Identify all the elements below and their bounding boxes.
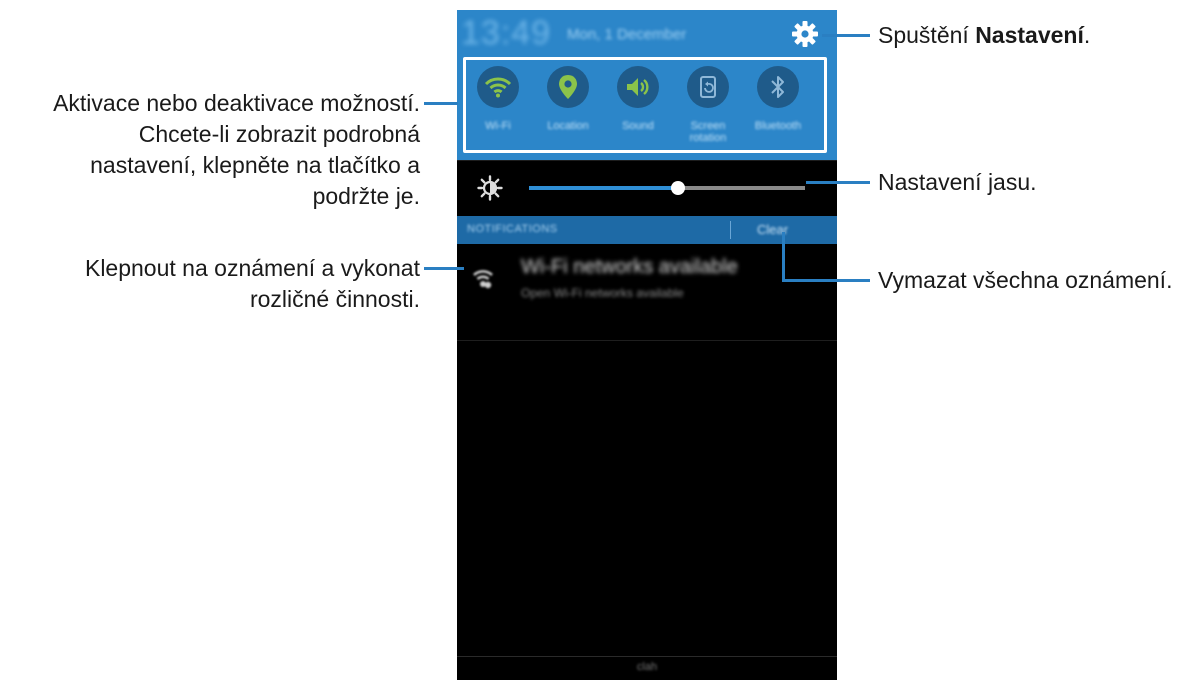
status-bar: 13:49 Mon, 1 December (457, 10, 837, 56)
wifi-notification-icon (473, 270, 493, 289)
callout-notification-line1: Klepnout na oznámení a vykonat (84, 255, 420, 281)
brightness-slider-fill (529, 186, 679, 190)
callout-settings-bold: Nastavení (975, 22, 1084, 48)
callout-settings: Spuštění Nastavení. (878, 20, 1090, 51)
callout-settings-suffix: . (1083, 22, 1091, 48)
callout-line-notification (424, 267, 464, 270)
toggle-location-circle (547, 66, 589, 108)
notification-item[interactable]: Wi-Fi networks available Open Wi-Fi netw… (457, 244, 837, 341)
callout-line-settings (822, 34, 870, 37)
toggle-location[interactable]: Location (533, 66, 603, 152)
brightness-slider-thumb[interactable] (671, 181, 686, 195)
toggle-screen-rotation-label: Screen rotation (689, 120, 727, 144)
notifications-header: NOTIFICATIONS Clear (457, 216, 837, 244)
toggle-bluetooth-circle (757, 66, 799, 108)
callout-toggles-line3: nastavení, klepněte na tlačítko a (90, 152, 420, 178)
notification-panel: 13:49 Mon, 1 December Wi-Fi Location Sou… (457, 10, 837, 680)
screen-rotation-icon (700, 76, 716, 98)
notification-subtitle: Open Wi-Fi networks available (521, 286, 684, 300)
toggle-wifi-label: Wi-Fi (485, 120, 511, 132)
bluetooth-icon (771, 76, 784, 98)
quick-settings-panel: Wi-Fi Location Sound Screen rotation Blu… (457, 56, 837, 160)
brightness-slider[interactable] (529, 181, 805, 195)
toggle-wifi-circle (477, 66, 519, 108)
notifications-header-title: NOTIFICATIONS (467, 223, 558, 235)
callout-line-clear-horizontal (782, 279, 870, 282)
callout-toggles-line4: podržte je. (312, 183, 420, 209)
callout-line-clear-vertical (782, 232, 785, 282)
callout-notification: Klepnout na oznámení a vykonat rozličné … (0, 253, 420, 315)
toggle-location-label: Location (547, 120, 589, 132)
toggle-screen-rotation[interactable]: Screen rotation (673, 66, 743, 152)
callout-toggles: Aktivace nebo deaktivace možností. Chcet… (0, 88, 420, 212)
notification-title: Wi-Fi networks available (521, 256, 738, 278)
status-date: Mon, 1 December (567, 26, 687, 43)
bottom-handle-label: clah (636, 661, 658, 673)
toggle-wifi[interactable]: Wi-Fi (463, 66, 533, 152)
callout-notification-line2: rozličné činnosti. (249, 286, 420, 312)
location-pin-icon (559, 75, 577, 99)
callout-brightness-text: Nastavení jasu. (878, 169, 1037, 195)
callout-clear: Vymazat všechna oznámení. (878, 265, 1172, 296)
toggle-bluetooth-label: Bluetooth (754, 120, 802, 132)
status-time: 13:49 (461, 14, 552, 52)
callout-toggles-line2: Chcete-li zobrazit podrobná (138, 121, 420, 147)
brightness-row (457, 160, 837, 217)
callout-brightness: Nastavení jasu. (878, 167, 1037, 198)
sound-icon (627, 78, 649, 96)
wifi-icon (484, 77, 512, 98)
settings-gear-icon[interactable] (791, 20, 819, 48)
panel-bottom-handle[interactable]: clah (457, 656, 837, 680)
toggle-screen-rotation-circle (687, 66, 729, 108)
toggle-sound-label: Sound (622, 120, 654, 132)
callout-clear-text: Vymazat všechna oznámení. (878, 267, 1173, 293)
callout-settings-prefix: Spuštění (878, 22, 976, 48)
callout-toggles-line1: Aktivace nebo deaktivace možností. (53, 90, 420, 116)
brightness-icon[interactable] (477, 175, 503, 201)
toggle-sound-circle (617, 66, 659, 108)
header-divider (730, 221, 731, 239)
callout-line-brightness (806, 181, 870, 184)
callout-line-toggles (424, 102, 458, 105)
toggle-sound[interactable]: Sound (603, 66, 673, 152)
toggle-bluetooth[interactable]: Bluetooth (743, 66, 813, 152)
